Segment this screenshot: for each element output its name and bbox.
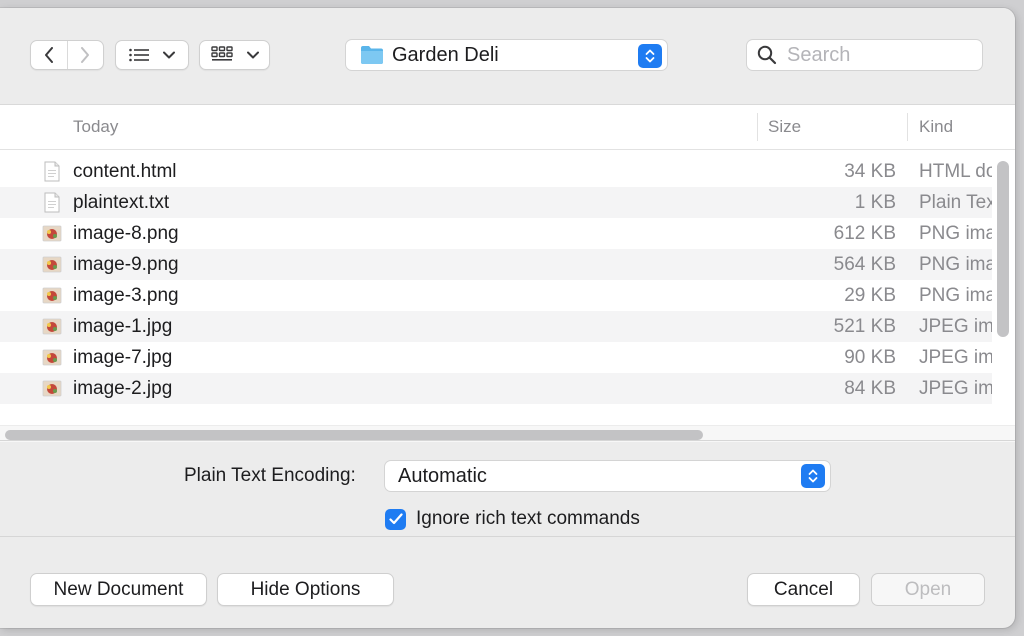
chevron-up-down-icon	[808, 469, 818, 483]
encoding-select[interactable]: Automatic	[384, 460, 831, 492]
horizontal-scrollbar[interactable]	[5, 430, 703, 440]
chevron-down-icon	[163, 51, 175, 59]
forward-button[interactable]	[67, 41, 103, 69]
options-panel: Plain Text Encoding: Automatic Ignore ri…	[0, 440, 1015, 537]
ignore-rich-text-checkbox[interactable]	[385, 508, 406, 530]
file-kind: PNG ima	[919, 285, 992, 306]
file-name: plaintext.txt	[73, 192, 170, 213]
grid-icon	[210, 46, 233, 61]
location-stepper[interactable]	[638, 44, 662, 68]
file-kind: JPEG im	[919, 316, 992, 337]
file-name: image-7.jpg	[73, 347, 173, 368]
file-size: 521 KB	[833, 316, 896, 337]
ignore-rich-text-label: Ignore rich text commands	[416, 508, 640, 529]
vertical-scrollbar[interactable]	[997, 161, 1009, 337]
document-icon	[42, 161, 62, 182]
image-thumbnail-icon	[42, 378, 62, 399]
folder-icon	[361, 46, 383, 64]
file-row[interactable]: content.html 34 KB HTML do	[0, 156, 992, 187]
cancel-button[interactable]: Cancel	[747, 573, 860, 606]
image-thumbnail-icon	[42, 285, 62, 306]
file-kind: HTML do	[919, 161, 992, 182]
encoding-label: Plain Text Encoding:	[184, 465, 356, 486]
file-size: 1 KB	[854, 192, 896, 213]
file-size: 612 KB	[833, 223, 896, 244]
dialog-footer: New Document Hide Options Cancel Open	[0, 536, 1015, 628]
location-folder-name: Garden Deli	[392, 43, 499, 66]
ignore-rich-text-option[interactable]: Ignore rich text commands	[385, 508, 640, 530]
encoding-value: Automatic	[398, 464, 487, 487]
file-row[interactable]: image-2.jpg 84 KB JPEG im	[0, 373, 992, 404]
file-size: 29 KB	[844, 285, 896, 306]
search-input[interactable]	[785, 42, 969, 68]
file-name: image-1.jpg	[73, 316, 173, 337]
column-size-header[interactable]: Size	[768, 117, 801, 137]
list-icon	[129, 48, 149, 62]
image-thumbnail-icon	[42, 254, 62, 275]
file-name: image-3.png	[73, 285, 179, 306]
back-button[interactable]	[31, 41, 67, 69]
chevron-up-down-icon	[645, 49, 655, 63]
icon-view-button[interactable]	[199, 40, 270, 70]
file-row[interactable]: image-7.jpg 90 KB JPEG im	[0, 342, 992, 373]
open-button[interactable]: Open	[871, 573, 985, 606]
file-kind: PNG ima	[919, 254, 992, 275]
nav-button-group	[30, 40, 104, 70]
file-name: image-2.jpg	[73, 378, 173, 399]
hide-options-button[interactable]: Hide Options	[217, 573, 394, 606]
chevron-down-icon	[246, 51, 259, 59]
image-thumbnail-icon	[42, 223, 62, 244]
file-row[interactable]: image-3.png 29 KB PNG ima	[0, 280, 992, 311]
file-name: image-9.png	[73, 254, 179, 275]
chevron-left-icon	[44, 47, 53, 63]
column-name-header[interactable]: Today	[73, 117, 118, 137]
file-kind: JPEG im	[919, 347, 992, 368]
file-browser: Today Size Kind content.html 34 KB HTML do…	[0, 104, 1015, 442]
column-kind-header[interactable]: Kind	[919, 117, 953, 137]
location-popup[interactable]: Garden Deli	[345, 39, 668, 71]
new-document-button[interactable]: New Document	[30, 573, 207, 606]
image-thumbnail-icon	[42, 347, 62, 368]
image-thumbnail-icon	[42, 316, 62, 337]
toolbar: Garden Deli	[0, 8, 1015, 104]
file-name: image-8.png	[73, 223, 179, 244]
file-row[interactable]: plaintext.txt 1 KB Plain Tex	[0, 187, 992, 218]
document-icon	[42, 192, 62, 213]
file-kind: PNG ima	[919, 223, 992, 244]
file-size: 34 KB	[844, 161, 896, 182]
file-list: content.html 34 KB HTML do plaintext.txt 1 K…	[0, 156, 992, 424]
search-icon	[757, 45, 777, 65]
file-name: content.html	[73, 161, 177, 182]
file-row[interactable]: image-1.jpg 521 KB JPEG im	[0, 311, 992, 342]
encoding-stepper[interactable]	[801, 464, 825, 488]
file-row[interactable]: image-9.png 564 KB PNG ima	[0, 249, 992, 280]
file-size: 90 KB	[844, 347, 896, 368]
file-size: 84 KB	[844, 378, 896, 399]
file-row[interactable]: image-8.png 612 KB PNG ima	[0, 218, 992, 249]
checkmark-icon	[388, 513, 403, 525]
column-header: Today Size Kind	[0, 105, 1015, 150]
open-dialog: Garden Deli Today Size Kind content.h	[0, 8, 1015, 628]
chevron-right-icon	[81, 47, 90, 63]
file-kind: JPEG im	[919, 378, 992, 399]
file-size: 564 KB	[833, 254, 896, 275]
search-field[interactable]	[746, 39, 983, 71]
file-kind: Plain Tex	[919, 192, 992, 213]
list-view-button[interactable]	[115, 40, 189, 70]
